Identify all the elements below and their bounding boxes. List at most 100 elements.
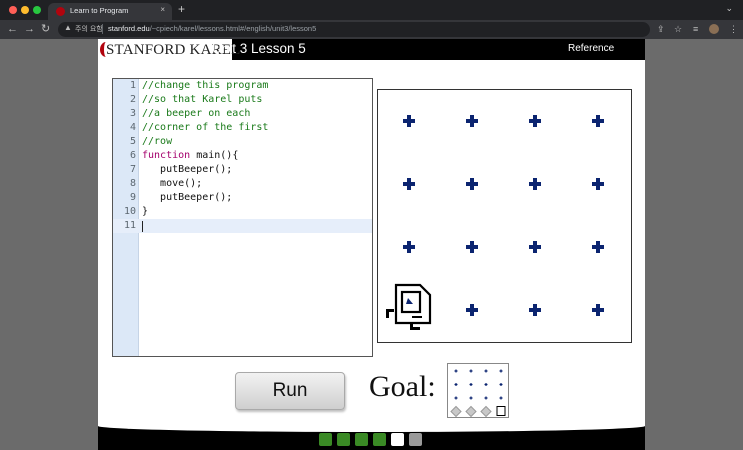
profile-avatar[interactable]	[709, 24, 719, 34]
share-icon[interactable]: ⇪	[657, 23, 665, 35]
line-number: 1	[129, 80, 136, 91]
corner-marker-icon	[466, 178, 478, 190]
close-window-button[interactable]	[9, 6, 17, 14]
code-editor[interactable]: 1 //change this program 2 //so that Karel p…	[112, 78, 373, 357]
goal-corner-icon	[454, 369, 458, 373]
goal-beeper-icon	[465, 405, 477, 418]
stanford-favicon-icon	[56, 7, 65, 16]
browser-titlebar: Learn to Program × + ⌄	[0, 0, 743, 20]
url-path: /~cpiech/karel/lessons.html#/english/uni…	[149, 24, 317, 33]
reading-list-icon[interactable]: ≡	[693, 23, 698, 35]
text-cursor	[142, 221, 143, 232]
goal-corner-icon	[499, 369, 503, 373]
code-text: putBeeper();	[142, 164, 233, 175]
new-tab-button[interactable]: +	[178, 2, 185, 16]
goal-world-preview	[450, 369, 506, 418]
url-text: stanford.edu/~cpiech/karel/lessons.html#…	[108, 24, 316, 33]
maximize-window-button[interactable]	[33, 6, 41, 14]
corner-marker-icon	[529, 304, 541, 316]
browser-tab[interactable]: Learn to Program ×	[48, 3, 172, 20]
goal-karel-icon	[496, 406, 506, 416]
browser-menu-icon[interactable]: ⋮	[729, 23, 738, 35]
goal-corner-icon	[469, 383, 473, 386]
corner-marker-icon	[592, 178, 604, 190]
tab-close-icon[interactable]: ×	[160, 5, 165, 14]
code-line[interactable]: 3 //a beeper on each	[113, 107, 372, 121]
corner-marker-icon	[466, 304, 478, 316]
line-number: 4	[129, 122, 136, 133]
browser-toolbar: ← → ↻ ▲ 주의 요함 stanford.edu/~cpiech/karel…	[0, 20, 743, 39]
karel-robot-icon	[386, 283, 432, 330]
lesson-progress-dot[interactable]	[355, 433, 368, 446]
insecure-label: 주의 요함	[75, 26, 103, 33]
code-text: //a beeper on each	[142, 108, 251, 119]
code-line[interactable]: 2 //so that Karel puts	[113, 93, 372, 107]
goal-corner-icon	[484, 383, 488, 386]
reload-button[interactable]: ↻	[41, 22, 50, 36]
forward-button[interactable]: →	[24, 22, 35, 36]
code-text: putBeeper();	[142, 192, 233, 203]
code-text: //corner of the first	[142, 122, 269, 133]
corner-marker-icon	[403, 241, 415, 253]
karel-page: STANFORD KAREL Unit 3 Lesson 5 Reference…	[98, 39, 645, 450]
code-text: move();	[142, 178, 203, 189]
code-line[interactable]: 5 //row	[113, 135, 372, 149]
code-line[interactable]: 6 function main(){	[113, 149, 372, 163]
line-number: 10	[123, 206, 136, 217]
karel-world	[377, 89, 632, 343]
corner-marker-icon	[592, 304, 604, 316]
corner-marker-icon	[466, 241, 478, 253]
code-text: function main(){	[142, 149, 238, 163]
code-line[interactable]: 7 putBeeper();	[113, 163, 372, 177]
reference-link[interactable]: Reference	[568, 43, 614, 54]
code-text: //change this program	[142, 80, 269, 91]
line-number: 11	[123, 220, 136, 231]
line-number: 7	[129, 164, 136, 175]
line-number: 6	[129, 150, 136, 161]
goal-corner-icon	[454, 396, 458, 400]
goal-corner-icon	[499, 396, 503, 400]
lesson-progress-dot[interactable]	[409, 433, 422, 446]
corner-marker-icon	[529, 178, 541, 190]
address-separator	[102, 24, 103, 34]
lesson-title: Unit 3 Lesson 5	[212, 41, 306, 56]
corner-marker-icon	[529, 241, 541, 253]
corner-marker-icon	[529, 115, 541, 127]
goal-world-thumbnail	[447, 363, 509, 418]
bookmark-star-icon[interactable]: ☆	[674, 23, 682, 35]
lesson-progress-bar	[98, 420, 645, 450]
lesson-progress-dot[interactable]	[319, 433, 332, 446]
run-button[interactable]: Run	[235, 372, 345, 410]
lesson-progress-dot[interactable]	[337, 433, 350, 446]
code-line[interactable]: 4 //corner of the first	[113, 121, 372, 135]
lesson-progress-dot[interactable]	[373, 433, 386, 446]
tab-search-icon[interactable]: ⌄	[725, 3, 733, 14]
address-bar[interactable]: ▲ 주의 요함 stanford.edu/~cpiech/karel/lesso…	[58, 22, 650, 37]
goal-corner-icon	[469, 369, 473, 373]
goal-beeper-icon	[450, 405, 462, 418]
code-line[interactable]: 10}	[113, 205, 372, 219]
goal-corner-icon	[469, 396, 473, 400]
line-number: 5	[129, 136, 136, 147]
corner-marker-icon	[592, 115, 604, 127]
goal-corner-icon	[499, 383, 503, 386]
code-line[interactable]: 11	[113, 219, 372, 233]
url-host: stanford.edu	[108, 24, 150, 33]
goal-corner-icon	[484, 369, 488, 373]
corner-marker-icon	[466, 115, 478, 127]
code-text: //row	[142, 136, 173, 147]
code-line[interactable]: 9 putBeeper();	[113, 191, 372, 205]
tab-title: Learn to Program	[70, 6, 129, 15]
goal-corner-icon	[484, 396, 488, 400]
line-number: 2	[129, 94, 136, 105]
corner-marker-icon	[403, 178, 415, 190]
code-text: //so that Karel puts	[142, 94, 263, 105]
code-line[interactable]: 8 move();	[113, 177, 372, 191]
goal-label: Goal:	[369, 370, 436, 403]
code-text: }	[142, 206, 149, 217]
back-button[interactable]: ←	[7, 22, 18, 36]
minimize-window-button[interactable]	[21, 6, 29, 14]
lesson-progress-dot[interactable]	[391, 433, 404, 446]
line-number: 3	[129, 108, 136, 119]
code-line[interactable]: 1 //change this program	[113, 79, 372, 93]
